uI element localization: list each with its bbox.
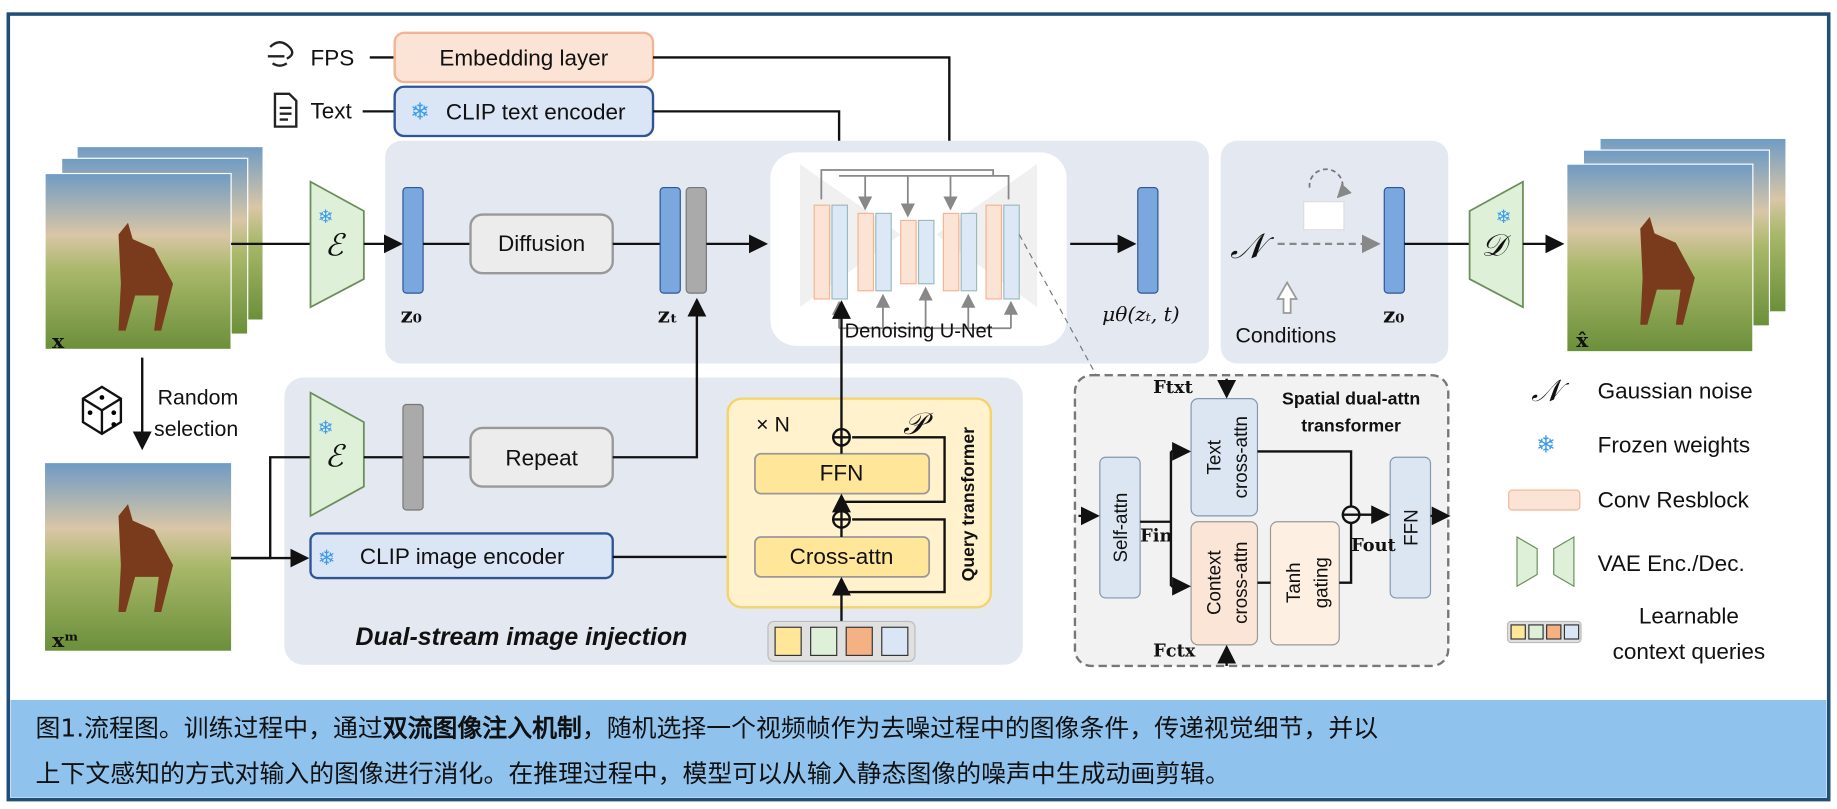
dual-stream-label: Dual-stream image injection (356, 624, 688, 651)
f-ctx-label: Fctx (1153, 641, 1196, 662)
clip-image-encoder-label: CLIP image encoder (360, 544, 565, 569)
z0-inference (1383, 187, 1406, 294)
query-transformer-label: Query transformer (958, 427, 978, 581)
z0-label: z₀ (401, 304, 422, 329)
pipeline-diagram: FPS Embedding layer Text ❄ CLIP text enc… (6, 12, 1831, 802)
embedding-layer-label: Embedding layer (439, 46, 608, 71)
context-queries-swatch (1506, 620, 1582, 644)
selection-label: selection (154, 418, 238, 441)
caption-part-b: ，随机选择一个视频帧作为去噪过程中的图像条件，传递视觉细节，并以 (582, 713, 1378, 742)
xm-label: xᵐ (52, 628, 79, 652)
mu-output (1137, 187, 1159, 294)
zt-latent (659, 187, 681, 294)
caption-bold: 双流图像注入机制 (383, 713, 582, 742)
ffn-label: FFN (820, 461, 864, 486)
times-n-label: × N (756, 414, 790, 437)
f-in-label: Fin (1140, 526, 1172, 547)
spatial-title-1: Spatial dual-attn (1282, 389, 1420, 409)
legend-frozen-weights: Frozen weights (1598, 433, 1751, 458)
repeat-label: Repeat (505, 446, 578, 471)
z0-inference-label: z₀ (1383, 304, 1404, 329)
ffn-spatial-label: FFN (1400, 509, 1421, 545)
conditions-label: Conditions (1236, 324, 1337, 347)
image-latent (685, 187, 707, 294)
caption-part-a: 图1.流程图。训练过程中，通过 (36, 713, 383, 742)
dice-icon (81, 385, 123, 436)
tanh-label: Tanh (1283, 562, 1304, 603)
text-cross-attn-label-1: Text (1204, 439, 1225, 474)
conv-resblock-swatch (1508, 489, 1581, 511)
unet-label: Denoising U-Net (845, 321, 993, 343)
self-attn-label: Self-attn (1110, 493, 1131, 563)
unet-mini-icon (1303, 201, 1345, 231)
legend-learnable-1: Learnable (1639, 604, 1739, 629)
mu-label: μθ(zₜ, t) (1102, 302, 1179, 326)
z0-latent (402, 187, 424, 294)
legend-vae: VAE Enc./Dec. (1598, 551, 1745, 576)
snowflake-icon: ❄ (1496, 206, 1512, 227)
snowflake-icon: ❄ (410, 99, 430, 125)
cross-attn-label: Cross-attn (790, 544, 894, 569)
legend-learnable-2: context queries (1613, 639, 1766, 664)
caption-line-1: 图1.流程图。训练过程中，通过双流图像注入机制，随机选择一个视频帧作为去噪过程中… (36, 713, 1379, 742)
text-cross-attn-label-2: cross-attn (1230, 416, 1251, 498)
snowflake-icon: ❄ (318, 206, 334, 227)
zt-label: zₜ (658, 304, 678, 329)
legend-gaussian-noise: Gaussian noise (1598, 379, 1753, 404)
image-latent-bar (402, 403, 424, 511)
legend-conv-resblock: Conv Resblock (1598, 488, 1750, 513)
snowflake-icon: ❄ (318, 417, 334, 438)
text-label: Text (311, 99, 353, 124)
gating-label: gating (1310, 557, 1331, 608)
snowflake-icon: ❄ (318, 547, 336, 570)
random-label: Random (158, 387, 239, 410)
context-cross-attn-label-2: cross-attn (1230, 542, 1251, 624)
context-queries (767, 620, 916, 662)
f-txt-label: Ftxt (1153, 377, 1193, 398)
clip-text-encoder-label: CLIP text encoder (446, 100, 626, 125)
diffusion-label: Diffusion (498, 231, 585, 256)
f-out-label: Fout (1351, 535, 1396, 556)
snowflake-icon: ❄ (1536, 432, 1556, 458)
caption-line-2: 上下文感知的方式对输入的图像进行消化。在推理过程中，模型可以从输入静态图像的噪声… (36, 759, 1230, 788)
output-video-frames (1566, 137, 1787, 353)
input-video-frames (44, 145, 264, 350)
selected-frame (45, 463, 232, 651)
context-cross-attn-label-1: Context (1204, 550, 1225, 615)
xhat-label: x̂ (1576, 328, 1589, 352)
x-label: x (52, 329, 65, 353)
fps-label: FPS (311, 46, 355, 71)
spatial-title-2: transformer (1301, 416, 1401, 436)
